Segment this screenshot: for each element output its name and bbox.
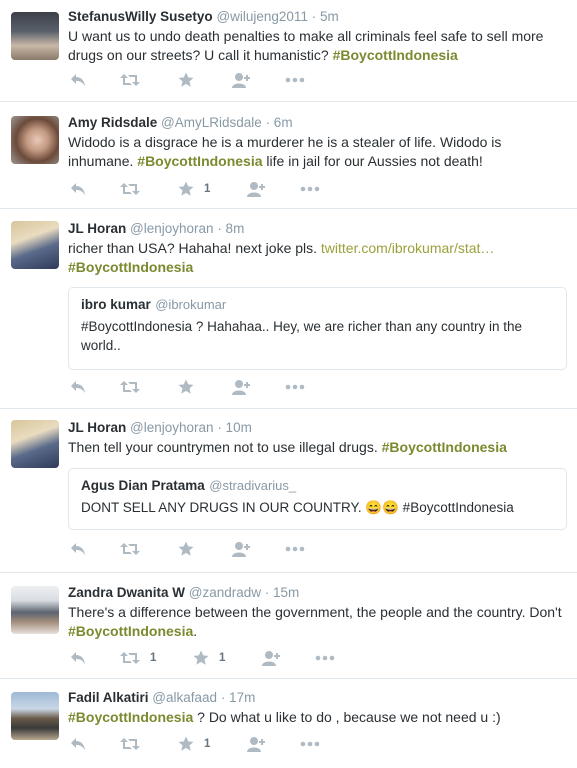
tweet[interactable]: StefanusWilly Susetyo @wilujeng2011 · 5m…: [0, 0, 577, 102]
tweet-text: Then tell your countrymen not to use ill…: [68, 439, 507, 455]
reply-icon[interactable]: [70, 540, 86, 558]
more-icon[interactable]: [285, 378, 305, 396]
hashtag-link[interactable]: #BoycottIndonesia: [333, 47, 458, 63]
timestamp[interactable]: · 15m: [265, 585, 300, 600]
tweet[interactable]: JL Horan @lenjoyhoran · 8m richer than U…: [0, 209, 577, 409]
timestamp[interactable]: · 8m: [217, 221, 244, 236]
quoted-tweet[interactable]: Agus Dian Pratama @stradivarius_ DONT SE…: [68, 468, 567, 530]
user-handle[interactable]: @alkafaad: [152, 690, 217, 705]
tweet[interactable]: Amy Ridsdale @AmyLRidsdale · 6m Widodo i…: [0, 102, 577, 209]
retweet-count: 1: [150, 652, 157, 664]
hashtag-link[interactable]: #BoycottIndonesia: [137, 153, 262, 169]
tweet-actions: 1: [68, 735, 338, 753]
avatar[interactable]: [11, 12, 59, 60]
follow-icon[interactable]: [231, 378, 251, 396]
avatar[interactable]: [11, 420, 59, 468]
tweet-text: There's a difference between the governm…: [68, 604, 562, 639]
favorite-count: 1: [219, 652, 226, 664]
timestamp[interactable]: · 5m: [312, 9, 339, 24]
user-name[interactable]: JL Horan: [68, 420, 126, 435]
favorite-icon[interactable]: 1: [178, 180, 210, 198]
user-name[interactable]: StefanusWilly Susetyo: [68, 9, 213, 24]
favorite-icon[interactable]: 1: [193, 649, 225, 667]
tweet-actions: [68, 71, 328, 89]
favorite-icon[interactable]: [178, 378, 194, 396]
more-icon[interactable]: [285, 540, 305, 558]
timestamp[interactable]: · 17m: [221, 690, 256, 705]
quoted-user-handle: @stradivarius_: [209, 478, 297, 493]
quoted-user-name: ibro kumar: [81, 297, 151, 312]
user-name[interactable]: Amy Ridsdale: [68, 115, 157, 130]
user-handle[interactable]: @lenjoyhoran: [130, 420, 214, 435]
favorite-icon[interactable]: 1: [178, 735, 210, 753]
tweet-actions: [68, 378, 328, 396]
tweet[interactable]: Zandra Dwanita W @zandradw · 15m There's…: [0, 573, 577, 679]
tweet-actions: [68, 540, 328, 558]
follow-icon[interactable]: [261, 649, 281, 667]
favorite-count: 1: [204, 183, 211, 195]
retweet-icon[interactable]: [120, 180, 140, 198]
timestamp[interactable]: · 10m: [217, 420, 252, 435]
favorite-count: 1: [204, 738, 211, 750]
reply-icon[interactable]: [70, 180, 86, 198]
follow-icon[interactable]: [231, 71, 251, 89]
quoted-tweet[interactable]: ibro kumar @ibrokumar #BoycottIndonesia …: [68, 287, 567, 370]
user-name[interactable]: JL Horan: [68, 221, 126, 236]
retweet-icon[interactable]: [120, 540, 140, 558]
more-icon[interactable]: [300, 180, 320, 198]
retweet-icon[interactable]: [120, 735, 140, 753]
reply-icon[interactable]: [70, 735, 86, 753]
user-handle[interactable]: @wilujeng2011: [216, 9, 308, 24]
reply-icon[interactable]: [70, 649, 86, 667]
reply-icon[interactable]: [70, 378, 86, 396]
tweet[interactable]: Fadil Alkatiri @alkafaad · 17m #BoycottI…: [0, 679, 577, 768]
avatar[interactable]: [11, 586, 59, 634]
more-icon[interactable]: [300, 735, 320, 753]
retweet-icon[interactable]: [120, 378, 140, 396]
quoted-text: DONT SELL ANY DRUGS IN OUR COUNTRY. 😄😄 #…: [81, 500, 514, 515]
tweet-actions: 1: [68, 180, 328, 198]
favorite-icon[interactable]: [178, 540, 194, 558]
follow-icon[interactable]: [246, 735, 266, 753]
tweet[interactable]: JL Horan @lenjoyhoran · 10m Then tell yo…: [0, 409, 577, 573]
quoted-user-name: Agus Dian Pratama: [81, 478, 205, 493]
user-name[interactable]: Zandra Dwanita W: [68, 585, 185, 600]
user-handle[interactable]: @lenjoyhoran: [130, 221, 214, 236]
retweet-icon[interactable]: [120, 71, 140, 89]
retweet-icon[interactable]: 1: [120, 649, 156, 667]
tweet-actions: 1 1: [68, 649, 358, 667]
hashtag-link[interactable]: #BoycottIndonesia: [68, 709, 193, 725]
follow-icon[interactable]: [246, 180, 266, 198]
quoted-user-handle: @ibrokumar: [155, 297, 227, 312]
more-icon[interactable]: [315, 649, 335, 667]
user-handle[interactable]: @AmyLRidsdale: [161, 115, 262, 130]
reply-icon[interactable]: [70, 71, 86, 89]
tweet-text: richer than USA? Hahaha! next joke pls. …: [68, 240, 495, 275]
tweet-text: Widodo is a disgrace he is a murderer he…: [68, 134, 502, 169]
hashtag-link[interactable]: #BoycottIndonesia: [68, 623, 193, 639]
more-icon[interactable]: [285, 71, 305, 89]
quoted-text: #BoycottIndonesia ? Hahahaa.. Hey, we ar…: [81, 319, 523, 353]
hashtag-link[interactable]: #BoycottIndonesia: [68, 259, 193, 275]
avatar[interactable]: [11, 221, 59, 269]
tweet-text: U want us to undo death penalties to mak…: [68, 28, 544, 63]
follow-icon[interactable]: [231, 540, 251, 558]
hashtag-link[interactable]: #BoycottIndonesia: [382, 439, 507, 455]
favorite-icon[interactable]: [178, 71, 194, 89]
avatar[interactable]: [11, 692, 59, 740]
tweet-text: #BoycottIndonesia ? Do what u like to do…: [68, 709, 501, 725]
timestamp[interactable]: · 6m: [266, 115, 293, 130]
user-handle[interactable]: @zandradw: [189, 585, 261, 600]
user-name[interactable]: Fadil Alkatiri: [68, 690, 149, 705]
avatar[interactable]: [11, 116, 59, 164]
quoted-tweet-link[interactable]: twitter.com/ibrokumar/stat…: [321, 240, 495, 256]
